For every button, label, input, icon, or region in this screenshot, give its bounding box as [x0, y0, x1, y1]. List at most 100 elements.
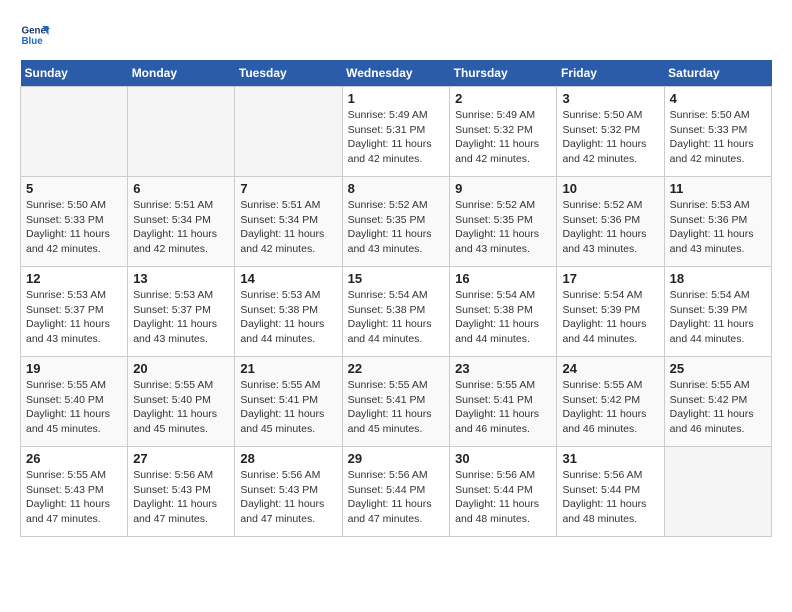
day-info: Sunrise: 5:51 AMSunset: 5:34 PMDaylight:… [240, 198, 336, 257]
calendar-week-5: 26 Sunrise: 5:55 AMSunset: 5:43 PMDayligh… [21, 447, 772, 537]
day-header-thursday: Thursday [450, 60, 557, 87]
day-info: Sunrise: 5:54 AMSunset: 5:38 PMDaylight:… [455, 288, 551, 347]
day-number: 11 [670, 181, 766, 196]
day-info: Sunrise: 5:52 AMSunset: 5:35 PMDaylight:… [455, 198, 551, 257]
day-cell-9: 9Sunrise: 5:52 AMSunset: 5:35 PMDaylight… [450, 177, 557, 267]
day-header-sunday: Sunday [21, 60, 128, 87]
day-info: Sunrise: 5:50 AMSunset: 5:33 PMDaylight:… [670, 108, 766, 167]
day-number: 25 [670, 361, 766, 376]
day-number: 10 [562, 181, 658, 196]
calendar-week-3: 12 Sunrise: 5:53 AMSunset: 5:37 PMDayligh… [21, 267, 772, 357]
day-header-monday: Monday [128, 60, 235, 87]
day-number: 21 [240, 361, 336, 376]
day-cell-16: 16Sunrise: 5:54 AMSunset: 5:38 PMDayligh… [450, 267, 557, 357]
day-cell-12: 12 Sunrise: 5:53 AMSunset: 5:37 PMDayligh… [21, 267, 128, 357]
day-cell-4: 4 Sunrise: 5:50 AMSunset: 5:33 PMDaylight… [664, 87, 771, 177]
day-number: 19 [26, 361, 122, 376]
day-cell-14: 14 Sunrise: 5:53 AMSunset: 5:38 PMDayligh… [235, 267, 342, 357]
day-number: 26 [26, 451, 122, 466]
day-info: Sunrise: 5:49 AMSunset: 5:31 PMDaylight:… [348, 108, 445, 167]
day-cell-25: 25Sunrise: 5:55 AMSunset: 5:42 PMDayligh… [664, 357, 771, 447]
day-number: 30 [455, 451, 551, 466]
day-cell-22: 22 Sunrise: 5:55 AMSunset: 5:41 PMDayligh… [342, 357, 450, 447]
day-info: Sunrise: 5:54 AMSunset: 5:38 PMDaylight:… [348, 288, 445, 347]
day-info: Sunrise: 5:55 AMSunset: 5:43 PMDaylight:… [26, 468, 122, 527]
day-number: 5 [26, 181, 122, 196]
day-cell-20: 20Sunrise: 5:55 AMSunset: 5:40 PMDayligh… [128, 357, 235, 447]
day-number: 22 [348, 361, 445, 376]
day-cell-29: 29Sunrise: 5:56 AMSunset: 5:44 PMDayligh… [342, 447, 450, 537]
day-info: Sunrise: 5:56 AMSunset: 5:44 PMDaylight:… [562, 468, 658, 527]
day-cell-17: 17 Sunrise: 5:54 AMSunset: 5:39 PMDayligh… [557, 267, 664, 357]
day-number: 28 [240, 451, 336, 466]
day-number: 27 [133, 451, 229, 466]
day-number: 20 [133, 361, 229, 376]
day-info: Sunrise: 5:55 AMSunset: 5:41 PMDaylight:… [455, 378, 551, 437]
empty-cell [235, 87, 342, 177]
day-info: Sunrise: 5:54 AMSunset: 5:39 PMDaylight:… [670, 288, 766, 347]
day-cell-15: 15 Sunrise: 5:54 AMSunset: 5:38 PMDayligh… [342, 267, 450, 357]
day-info: Sunrise: 5:53 AMSunset: 5:37 PMDaylight:… [133, 288, 229, 347]
day-number: 8 [348, 181, 445, 196]
calendar-week-1: 1 Sunrise: 5:49 AMSunset: 5:31 PMDaylight… [21, 87, 772, 177]
day-info: Sunrise: 5:56 AMSunset: 5:43 PMDaylight:… [240, 468, 336, 527]
day-number: 29 [348, 451, 445, 466]
day-header-tuesday: Tuesday [235, 60, 342, 87]
calendar-week-2: 5 Sunrise: 5:50 AMSunset: 5:33 PMDaylight… [21, 177, 772, 267]
day-cell-19: 19 Sunrise: 5:55 AMSunset: 5:40 PMDayligh… [21, 357, 128, 447]
day-number: 23 [455, 361, 551, 376]
day-info: Sunrise: 5:56 AMSunset: 5:43 PMDaylight:… [133, 468, 229, 527]
day-info: Sunrise: 5:53 AMSunset: 5:36 PMDaylight:… [670, 198, 766, 257]
day-header-friday: Friday [557, 60, 664, 87]
day-cell-26: 26 Sunrise: 5:55 AMSunset: 5:43 PMDayligh… [21, 447, 128, 537]
day-cell-30: 30Sunrise: 5:56 AMSunset: 5:44 PMDayligh… [450, 447, 557, 537]
day-cell-27: 27 Sunrise: 5:56 AMSunset: 5:43 PMDayligh… [128, 447, 235, 537]
logo: General Blue [20, 20, 50, 50]
day-number: 24 [562, 361, 658, 376]
day-cell-31: 31 Sunrise: 5:56 AMSunset: 5:44 PMDayligh… [557, 447, 664, 537]
day-number: 17 [562, 271, 658, 286]
day-info: Sunrise: 5:53 AMSunset: 5:37 PMDaylight:… [26, 288, 122, 347]
day-header-saturday: Saturday [664, 60, 771, 87]
day-number: 4 [670, 91, 766, 106]
day-cell-18: 18 Sunrise: 5:54 AMSunset: 5:39 PMDayligh… [664, 267, 771, 357]
day-info: Sunrise: 5:52 AMSunset: 5:36 PMDaylight:… [562, 198, 658, 257]
day-info: Sunrise: 5:55 AMSunset: 5:41 PMDaylight:… [240, 378, 336, 437]
day-number: 14 [240, 271, 336, 286]
day-info: Sunrise: 5:54 AMSunset: 5:39 PMDaylight:… [562, 288, 658, 347]
day-cell-3: 3Sunrise: 5:50 AMSunset: 5:32 PMDaylight… [557, 87, 664, 177]
day-number: 1 [348, 91, 445, 106]
day-number: 13 [133, 271, 229, 286]
day-cell-21: 21 Sunrise: 5:55 AMSunset: 5:41 PMDayligh… [235, 357, 342, 447]
day-info: Sunrise: 5:50 AMSunset: 5:33 PMDaylight:… [26, 198, 122, 257]
day-number: 12 [26, 271, 122, 286]
day-cell-24: 24 Sunrise: 5:55 AMSunset: 5:42 PMDayligh… [557, 357, 664, 447]
day-info: Sunrise: 5:49 AMSunset: 5:32 PMDaylight:… [455, 108, 551, 167]
day-info: Sunrise: 5:52 AMSunset: 5:35 PMDaylight:… [348, 198, 445, 257]
day-number: 6 [133, 181, 229, 196]
day-cell-7: 7Sunrise: 5:51 AMSunset: 5:34 PMDaylight… [235, 177, 342, 267]
day-cell-10: 10 Sunrise: 5:52 AMSunset: 5:36 PMDayligh… [557, 177, 664, 267]
day-cell-28: 28 Sunrise: 5:56 AMSunset: 5:43 PMDayligh… [235, 447, 342, 537]
day-cell-8: 8 Sunrise: 5:52 AMSunset: 5:35 PMDaylight… [342, 177, 450, 267]
day-cell-1: 1 Sunrise: 5:49 AMSunset: 5:31 PMDaylight… [342, 87, 450, 177]
empty-cell [664, 447, 771, 537]
day-number: 18 [670, 271, 766, 286]
day-number: 15 [348, 271, 445, 286]
day-cell-23: 23 Sunrise: 5:55 AMSunset: 5:41 PMDayligh… [450, 357, 557, 447]
day-number: 2 [455, 91, 551, 106]
day-header-wednesday: Wednesday [342, 60, 450, 87]
day-cell-13: 13 Sunrise: 5:53 AMSunset: 5:37 PMDayligh… [128, 267, 235, 357]
empty-cell [128, 87, 235, 177]
header-row: SundayMondayTuesdayWednesdayThursdayFrid… [21, 60, 772, 87]
day-number: 31 [562, 451, 658, 466]
svg-text:Blue: Blue [22, 36, 44, 47]
day-cell-5: 5 Sunrise: 5:50 AMSunset: 5:33 PMDaylight… [21, 177, 128, 267]
day-info: Sunrise: 5:55 AMSunset: 5:42 PMDaylight:… [562, 378, 658, 437]
day-info: Sunrise: 5:55 AMSunset: 5:41 PMDaylight:… [348, 378, 445, 437]
day-info: Sunrise: 5:55 AMSunset: 5:40 PMDaylight:… [26, 378, 122, 437]
day-cell-2: 2 Sunrise: 5:49 AMSunset: 5:32 PMDaylight… [450, 87, 557, 177]
day-info: Sunrise: 5:53 AMSunset: 5:38 PMDaylight:… [240, 288, 336, 347]
day-info: Sunrise: 5:50 AMSunset: 5:32 PMDaylight:… [562, 108, 658, 167]
day-info: Sunrise: 5:51 AMSunset: 5:34 PMDaylight:… [133, 198, 229, 257]
